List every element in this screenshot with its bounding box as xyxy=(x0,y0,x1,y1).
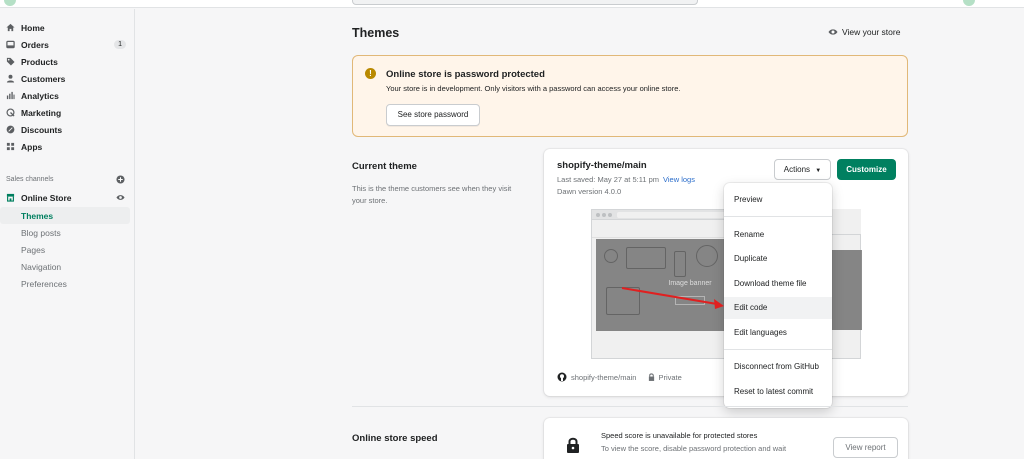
sidebar-item-home[interactable]: Home xyxy=(0,19,130,36)
sidebar-subitem-label: Pages xyxy=(21,244,46,255)
sidebar-item-label: Discounts xyxy=(21,124,63,135)
view-logs-link[interactable]: View logs xyxy=(663,175,695,184)
analytics-icon xyxy=(6,91,15,100)
sidebar: Home Orders 1 Products Customers Analyti… xyxy=(0,9,135,459)
store-logo-icon[interactable] xyxy=(4,0,16,6)
marketing-icon xyxy=(6,108,15,117)
sidebar-item-analytics[interactable]: Analytics xyxy=(0,87,130,104)
store-icon xyxy=(6,193,15,202)
menu-item-edit-code[interactable]: Edit code xyxy=(724,297,832,319)
caret-down-icon: ▼ xyxy=(815,168,822,174)
menu-item-download-theme-file[interactable]: Download theme file xyxy=(724,273,832,295)
current-theme-description: This is the theme customers see when the… xyxy=(352,184,512,205)
menu-divider xyxy=(724,216,832,217)
sidebar-subitem-label: Themes xyxy=(21,210,54,221)
warning-icon: ! xyxy=(365,68,376,79)
sidebar-subitem-preferences[interactable]: Preferences xyxy=(0,275,130,292)
add-channel-icon[interactable] xyxy=(116,175,125,184)
sidebar-subitem-label: Preferences xyxy=(21,278,67,289)
lock-icon xyxy=(649,373,655,381)
sidebar-subitem-label: Blog posts xyxy=(21,227,61,238)
menu-item-preview[interactable]: Preview xyxy=(724,189,832,211)
avatar[interactable] xyxy=(963,0,975,6)
repo-visibility: Private xyxy=(648,372,682,382)
page-title: Themes xyxy=(352,26,400,40)
section-divider xyxy=(352,406,908,407)
sidebar-item-online-store[interactable]: Online Store xyxy=(0,189,130,206)
visibility-label: Private xyxy=(658,372,682,382)
theme-version: Dawn version 4.0.0 xyxy=(557,187,622,196)
menu-item-rename[interactable]: Rename xyxy=(724,224,832,246)
repo-info: shopify-theme/main Private xyxy=(557,372,682,382)
view-store-link[interactable]: View your store xyxy=(828,27,900,37)
sidebar-item-label: Online Store xyxy=(21,192,72,203)
sidebar-item-label: Orders xyxy=(21,39,49,50)
last-saved-text: Last saved: May 27 at 5:11 pm xyxy=(557,175,660,184)
sidebar-item-customers[interactable]: Customers xyxy=(0,70,130,87)
menu-item-reset-to-latest-commit[interactable]: Reset to latest commit xyxy=(724,381,832,403)
menu-item-duplicate[interactable]: Duplicate xyxy=(724,248,832,270)
view-report-button[interactable]: View report xyxy=(833,437,898,458)
sidebar-subitem-navigation[interactable]: Navigation xyxy=(0,258,130,275)
home-icon xyxy=(6,23,15,32)
speed-unavailable-title: Speed score is unavailable for protected… xyxy=(601,431,758,440)
apps-icon xyxy=(6,142,15,151)
lock-icon xyxy=(567,437,579,453)
theme-name: shopify-theme/main xyxy=(557,160,647,171)
tag-icon xyxy=(6,57,15,66)
banner-title: Online store is password protected xyxy=(386,69,545,80)
sales-channels-label: Sales channels xyxy=(6,176,54,183)
see-store-password-button[interactable]: See store password xyxy=(386,104,480,126)
orders-count-badge: 1 xyxy=(114,40,126,49)
discount-icon xyxy=(6,125,15,134)
customize-button[interactable]: Customize xyxy=(837,159,896,180)
sidebar-item-label: Analytics xyxy=(21,90,59,101)
orders-icon xyxy=(6,40,15,49)
sidebar-item-marketing[interactable]: Marketing xyxy=(0,104,130,121)
actions-menu: Preview Rename Duplicate Download theme … xyxy=(724,183,832,408)
sidebar-subitem-label: Navigation xyxy=(21,261,62,272)
menu-item-disconnect-from-github[interactable]: Disconnect from GitHub xyxy=(724,356,832,378)
github-icon xyxy=(557,372,567,382)
speed-unavailable-description: To view the score, disable password prot… xyxy=(601,444,787,453)
sidebar-subitem-themes[interactable]: Themes xyxy=(0,207,130,224)
actions-button[interactable]: Actions ▼ xyxy=(774,159,831,180)
store-speed-heading: Online store speed xyxy=(352,433,438,444)
view-store-label: View your store xyxy=(842,27,901,37)
menu-item-edit-languages[interactable]: Edit languages xyxy=(724,322,832,344)
banner-description: Your store is in development. Only visit… xyxy=(386,84,681,93)
actions-label: Actions xyxy=(783,165,811,174)
sidebar-subitem-blog-posts[interactable]: Blog posts xyxy=(0,224,130,241)
sidebar-item-label: Customers xyxy=(21,73,66,84)
person-icon xyxy=(6,74,15,83)
sidebar-item-products[interactable]: Products xyxy=(0,53,130,70)
search-input[interactable] xyxy=(352,0,698,5)
sidebar-item-label: Marketing xyxy=(21,107,62,118)
current-theme-heading: Current theme xyxy=(352,161,417,172)
sidebar-item-label: Apps xyxy=(21,141,43,152)
sidebar-item-apps[interactable]: Apps xyxy=(0,138,130,155)
password-protected-banner: ! Online store is password protected You… xyxy=(352,55,908,137)
eye-icon[interactable] xyxy=(116,193,125,202)
store-speed-card: Speed score is unavailable for protected… xyxy=(544,418,908,459)
top-bar xyxy=(0,0,1024,8)
sidebar-item-discounts[interactable]: Discounts xyxy=(0,121,130,138)
repo-name: shopify-theme/main xyxy=(571,372,637,382)
sidebar-item-orders[interactable]: Orders 1 xyxy=(0,36,130,53)
menu-divider xyxy=(724,349,832,350)
sidebar-subitem-pages[interactable]: Pages xyxy=(0,241,130,258)
sidebar-item-label: Products xyxy=(21,56,58,67)
eye-icon xyxy=(828,29,838,35)
sidebar-item-label: Home xyxy=(21,22,45,33)
theme-last-saved: Last saved: May 27 at 5:11 pm View logs xyxy=(557,175,695,184)
